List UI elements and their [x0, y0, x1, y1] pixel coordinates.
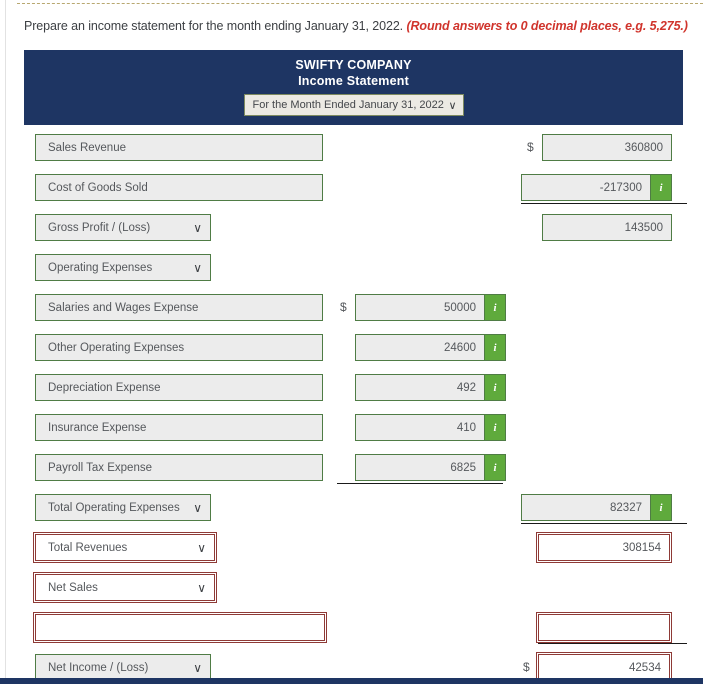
row-amount-input[interactable]: [536, 612, 672, 643]
info-icon[interactable]: i: [485, 414, 506, 441]
info-icon[interactable]: i: [485, 374, 506, 401]
row-amount-input[interactable]: 308154: [536, 532, 672, 563]
row-amount-input[interactable]: 50000: [355, 294, 485, 321]
info-icon[interactable]: i: [485, 334, 506, 361]
row-account-text: Net Sales: [48, 581, 98, 594]
row-account-label[interactable]: Depreciation Expense: [35, 374, 323, 401]
currency-symbol: $: [523, 660, 530, 674]
chevron-down-icon: [193, 261, 202, 275]
page-footer-bar: [0, 678, 703, 684]
row-account-text: Total Revenues: [48, 541, 128, 554]
row-amount-input[interactable]: 360800: [542, 134, 672, 161]
period-select-value: For the Month Ended January 31, 2022: [252, 99, 444, 111]
row-account-text: Insurance Expense: [48, 421, 147, 434]
row-amount-input[interactable]: 410: [355, 414, 485, 441]
chevron-down-icon: [197, 541, 206, 555]
row-account-select[interactable]: Total Revenues: [33, 532, 217, 563]
chevron-down-icon: [197, 581, 206, 595]
row-account-text: Sales Revenue: [48, 141, 126, 154]
row-account-select[interactable]: Operating Expenses: [35, 254, 211, 281]
row-amount-input[interactable]: 492: [355, 374, 485, 401]
info-icon[interactable]: i: [651, 174, 672, 201]
row-amount-text: 492: [456, 381, 476, 394]
subtotal-rule: [521, 523, 687, 524]
row-amount-text: 360800: [624, 141, 663, 154]
info-icon[interactable]: i: [651, 494, 672, 521]
subtotal-rule: [521, 203, 687, 204]
row-account-text: Gross Profit / (Loss): [48, 221, 151, 234]
row-account-label[interactable]: [33, 612, 327, 643]
row-account-text: Net Income / (Loss): [48, 661, 149, 674]
row-amount-input[interactable]: 6825: [355, 454, 485, 481]
subtotal-rule: [538, 643, 687, 644]
row-amount-input[interactable]: 24600: [355, 334, 485, 361]
period-select[interactable]: For the Month Ended January 31, 2022: [243, 94, 464, 116]
row-amount-text: 410: [456, 421, 476, 434]
row-amount-text: 42534: [629, 661, 661, 674]
row-amount-input[interactable]: 82327: [521, 494, 651, 521]
row-account-label[interactable]: Payroll Tax Expense: [35, 454, 323, 481]
row-account-label[interactable]: Sales Revenue: [35, 134, 323, 161]
row-account-text: Operating Expenses: [48, 261, 153, 274]
row-account-text: Cost of Goods Sold: [48, 181, 148, 194]
row-account-select[interactable]: Net Sales: [33, 572, 217, 603]
row-amount-input[interactable]: -217300: [521, 174, 651, 201]
row-account-select[interactable]: Net Income / (Loss): [35, 654, 211, 681]
row-amount-input[interactable]: 143500: [542, 214, 672, 241]
row-account-text: Payroll Tax Expense: [48, 461, 152, 474]
row-amount-text: 24600: [444, 341, 476, 354]
row-amount-text: 6825: [450, 461, 476, 474]
row-amount-text: 143500: [624, 221, 663, 234]
company-name: SWIFTY COMPANY: [295, 58, 412, 72]
row-account-select[interactable]: Gross Profit / (Loss): [35, 214, 211, 241]
subtotal-rule: [337, 483, 503, 484]
row-account-select[interactable]: Total Operating Expenses: [35, 494, 211, 521]
row-amount-text: 50000: [444, 301, 476, 314]
currency-symbol: $: [340, 300, 347, 314]
chevron-down-icon: [193, 221, 202, 235]
info-icon[interactable]: i: [485, 294, 506, 321]
row-account-label[interactable]: Salaries and Wages Expense: [35, 294, 323, 321]
instructions-main: Prepare an income statement for the mont…: [24, 19, 404, 33]
info-icon[interactable]: i: [485, 454, 506, 481]
statement-header: SWIFTY COMPANY Income Statement For the …: [24, 50, 683, 125]
row-account-text: Salaries and Wages Expense: [48, 301, 199, 314]
row-account-label[interactable]: Insurance Expense: [35, 414, 323, 441]
chevron-down-icon: [193, 661, 202, 675]
row-amount-text: 82327: [610, 501, 642, 514]
statement-title: Income Statement: [298, 74, 409, 88]
row-account-label[interactable]: Cost of Goods Sold: [35, 174, 323, 201]
row-account-label[interactable]: Other Operating Expenses: [35, 334, 323, 361]
row-amount-input[interactable]: 42534: [536, 652, 672, 683]
chevron-down-icon: [448, 99, 456, 112]
row-amount-text: 308154: [622, 541, 661, 554]
row-amount-text: -217300: [599, 181, 642, 194]
instructions-text: Prepare an income statement for the mont…: [24, 19, 688, 33]
top-dashed-divider: [17, 3, 703, 4]
row-account-text: Total Operating Expenses: [48, 501, 180, 514]
left-margin-rule: [5, 0, 6, 684]
instructions-rounding-hint: (Round answers to 0 decimal places, e.g.…: [406, 19, 688, 33]
row-account-text: Depreciation Expense: [48, 381, 161, 394]
chevron-down-icon: [193, 501, 202, 515]
currency-symbol: $: [527, 140, 534, 154]
row-account-text: Other Operating Expenses: [48, 341, 185, 354]
